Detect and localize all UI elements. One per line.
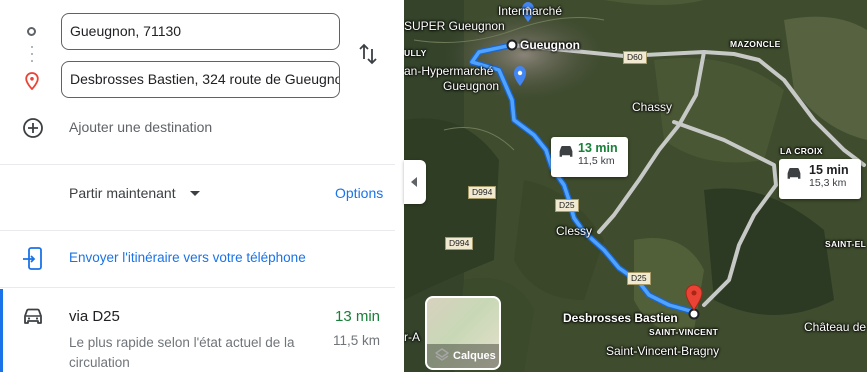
map-label-hypermarche: an-Hypermarché [404, 64, 494, 78]
layers-label: Calques [427, 344, 499, 368]
callout-duration: 15 min [809, 163, 849, 177]
callout-distance: 15,3 km [809, 177, 847, 189]
road-label-d25: D25 [627, 272, 651, 285]
separator-dot-icon [31, 46, 33, 48]
divider [0, 230, 404, 231]
options-button[interactable]: Options [335, 185, 383, 201]
collapse-panel-button[interactable] [404, 160, 426, 204]
car-icon [24, 308, 42, 324]
map-label-destination: Desbrosses Bastien [563, 311, 678, 325]
car-icon [559, 146, 573, 157]
callout-duration: 13 min [578, 141, 618, 155]
route-duration: 13 min [335, 308, 381, 325]
divider [0, 164, 404, 165]
map-label-gueugnon-2: Gueugnon [443, 79, 500, 93]
chevron-left-icon [411, 177, 417, 187]
separator-dot-icon [31, 60, 33, 62]
directions-panel: Gueugnon, 71130 Desbrosses Bastien, 324 … [0, 0, 404, 372]
road-label-d25: D25 [555, 199, 579, 212]
map-label-mazoncle: MAZONCLE [730, 39, 781, 49]
divider [0, 287, 404, 288]
route-callout-alternate[interactable]: 15 min 15,3 km [779, 159, 861, 199]
map-label-edge: r-A [404, 330, 420, 344]
route-description: Le plus rapide selon l'état actuel de la… [69, 335, 295, 370]
route-via[interactable]: via D25 [69, 308, 120, 325]
map-label-intermarche: Intermarché [498, 4, 563, 18]
map-label-saint-el: SAINT-EL [825, 239, 867, 249]
origin-dot-icon [27, 27, 36, 36]
scrollbar[interactable] [395, 0, 404, 372]
separator-dot-icon [31, 53, 33, 55]
callout-distance: 11,5 km [578, 155, 615, 167]
dropdown-caret-icon[interactable] [190, 191, 200, 196]
map-label-chassy: Chassy [632, 100, 673, 114]
map-label-saint-vincent: SAINT-VINCENT [649, 327, 719, 337]
origin-input[interactable]: Gueugnon, 71130 [61, 13, 340, 50]
road-label-d60: D60 [623, 51, 647, 64]
map-label-sully: ULLY [404, 48, 427, 58]
destination-input[interactable]: Desbrosses Bastien, 324 route de Gueugno… [61, 61, 340, 98]
road-label-d994: D994 [468, 186, 497, 199]
map-label-gueugnon: Gueugnon [520, 38, 580, 52]
map-label-saint-vincent-bragny: Saint-Vincent-Bragny [606, 344, 720, 358]
map-label-clessy: Clessy [556, 224, 593, 238]
map-label-la-croix: LA CROIX [780, 146, 823, 156]
route-callout-primary[interactable]: 13 min 11,5 km [551, 137, 628, 177]
map-label-super-gueugnon: SUPER Gueugnon [404, 19, 505, 33]
send-to-phone-icon[interactable] [22, 246, 44, 272]
depart-time-dropdown[interactable]: Partir maintenant [69, 185, 176, 201]
swap-directions-icon[interactable] [358, 41, 378, 67]
add-destination-button[interactable]: Ajouter une destination [69, 119, 212, 135]
car-icon [787, 168, 801, 179]
road-label-d994: D994 [445, 237, 474, 250]
destination-pin-icon [25, 72, 39, 90]
add-destination-icon[interactable] [22, 117, 44, 139]
send-to-phone-link[interactable]: Envoyer l'itinéraire vers votre téléphon… [69, 250, 306, 265]
selected-route-indicator [0, 289, 3, 372]
layers-button[interactable]: Calques [425, 296, 501, 370]
map-label-chateau: Château de [804, 320, 867, 334]
route-distance: 11,5 km [333, 333, 381, 348]
